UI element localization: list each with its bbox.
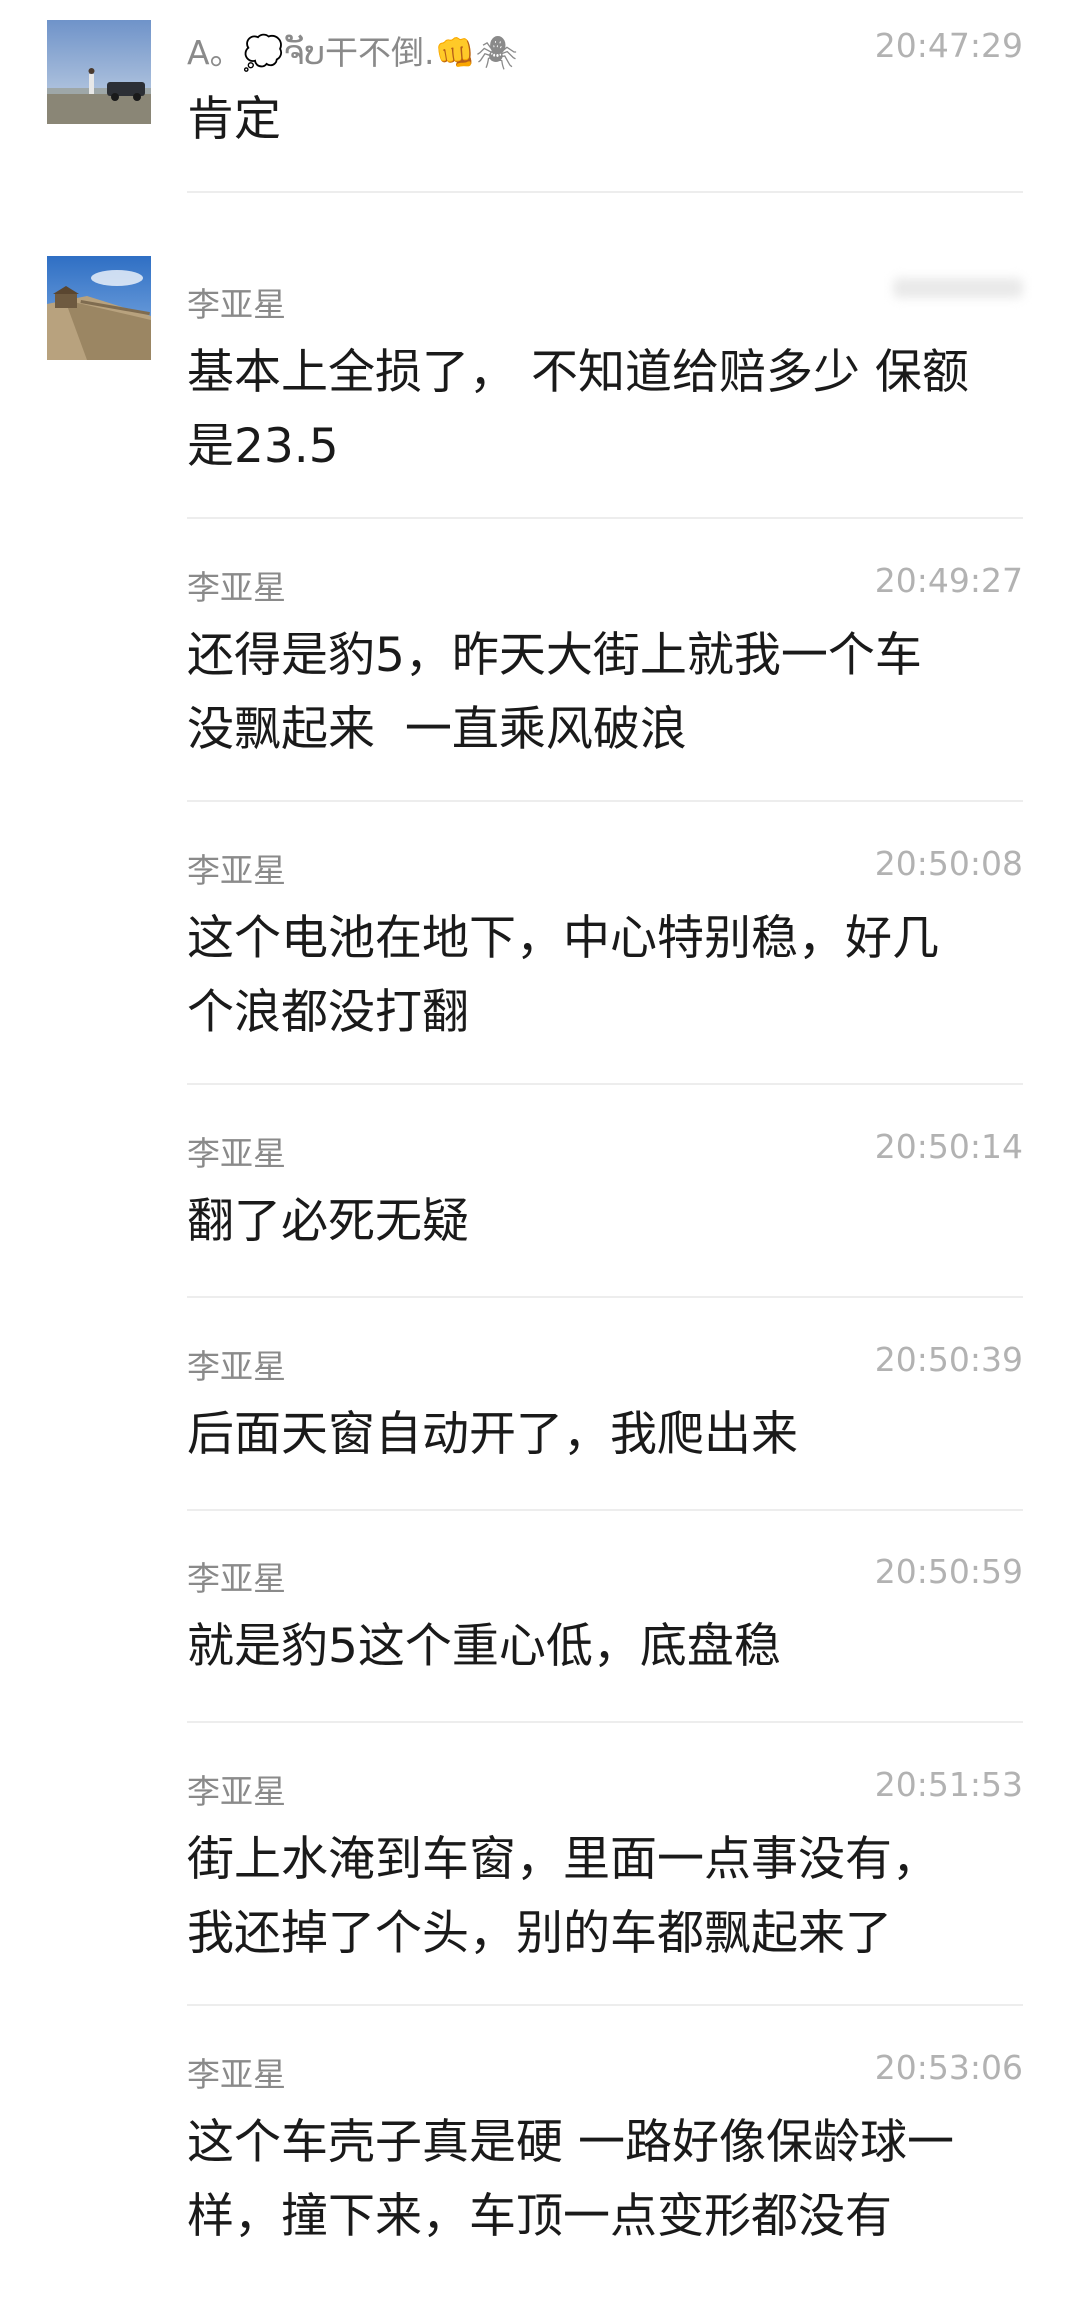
sender-name[interactable]: 李亚星	[187, 2048, 286, 2096]
message-time: 20:49:27	[874, 561, 1023, 600]
message-divider	[187, 1721, 1023, 1723]
message-text: 这个车壳子真是硬 一路好像保龄球一 样，撞下来，车顶一点变形都没有	[187, 2115, 954, 2244]
avatar-1-image	[47, 20, 151, 124]
message-time: 20:51:53	[874, 1765, 1023, 1804]
message-time: 20:50:14	[874, 1127, 1023, 1166]
sender-name[interactable]: 李亚星	[187, 278, 286, 326]
message-divider	[187, 191, 1023, 193]
message-divider	[187, 1083, 1023, 1085]
message-divider	[187, 517, 1023, 519]
message-time: 20:47:29	[874, 26, 1023, 65]
message-time: 20:50:08	[874, 844, 1023, 883]
sender-name[interactable]: 李亚星	[187, 844, 286, 892]
message-text: 后面天窗自动开了，我爬出来	[187, 1407, 798, 1462]
message-text: 翻了必死无疑	[187, 1194, 469, 1249]
message-text: 基本上全损了， 不知道给赔多少 保额 是23.5	[187, 345, 969, 474]
message-text: 这个电池在地下，中心特别稳，好几 个浪都没打翻	[187, 911, 939, 1040]
avatar-2-image	[47, 256, 151, 360]
sender-name[interactable]: 李亚星	[187, 1127, 286, 1175]
sender-name[interactable]: A。💭ຈັບ干不倒.👊🕷	[187, 26, 517, 74]
avatar[interactable]	[47, 20, 151, 124]
message-divider	[187, 1509, 1023, 1511]
message-divider	[187, 800, 1023, 802]
message-time: 20:50:39	[874, 1340, 1023, 1379]
sender-name[interactable]: 李亚星	[187, 1340, 286, 1388]
message-text: 就是豹5这个重心低，底盘稳	[187, 1619, 781, 1674]
message-time	[893, 278, 1023, 298]
sender-name[interactable]: 李亚星	[187, 1765, 286, 1813]
message-divider	[187, 1296, 1023, 1298]
message-divider	[187, 2004, 1023, 2006]
sender-name[interactable]: 李亚星	[187, 1552, 286, 1600]
message-time: 20:50:59	[874, 1552, 1023, 1591]
sender-name[interactable]: 李亚星	[187, 561, 286, 609]
message-text: 街上水淹到车窗，里面一点事没有， 我还掉了个头，别的车都飘起来了	[187, 1832, 939, 1961]
message-time: 20:53:06	[874, 2048, 1023, 2087]
message-text: 肯定	[187, 92, 281, 147]
message-text: 还得是豹5，昨天大街上就我一个车 没飘起来 一直乘风破浪	[187, 628, 922, 757]
avatar[interactable]	[47, 256, 151, 360]
